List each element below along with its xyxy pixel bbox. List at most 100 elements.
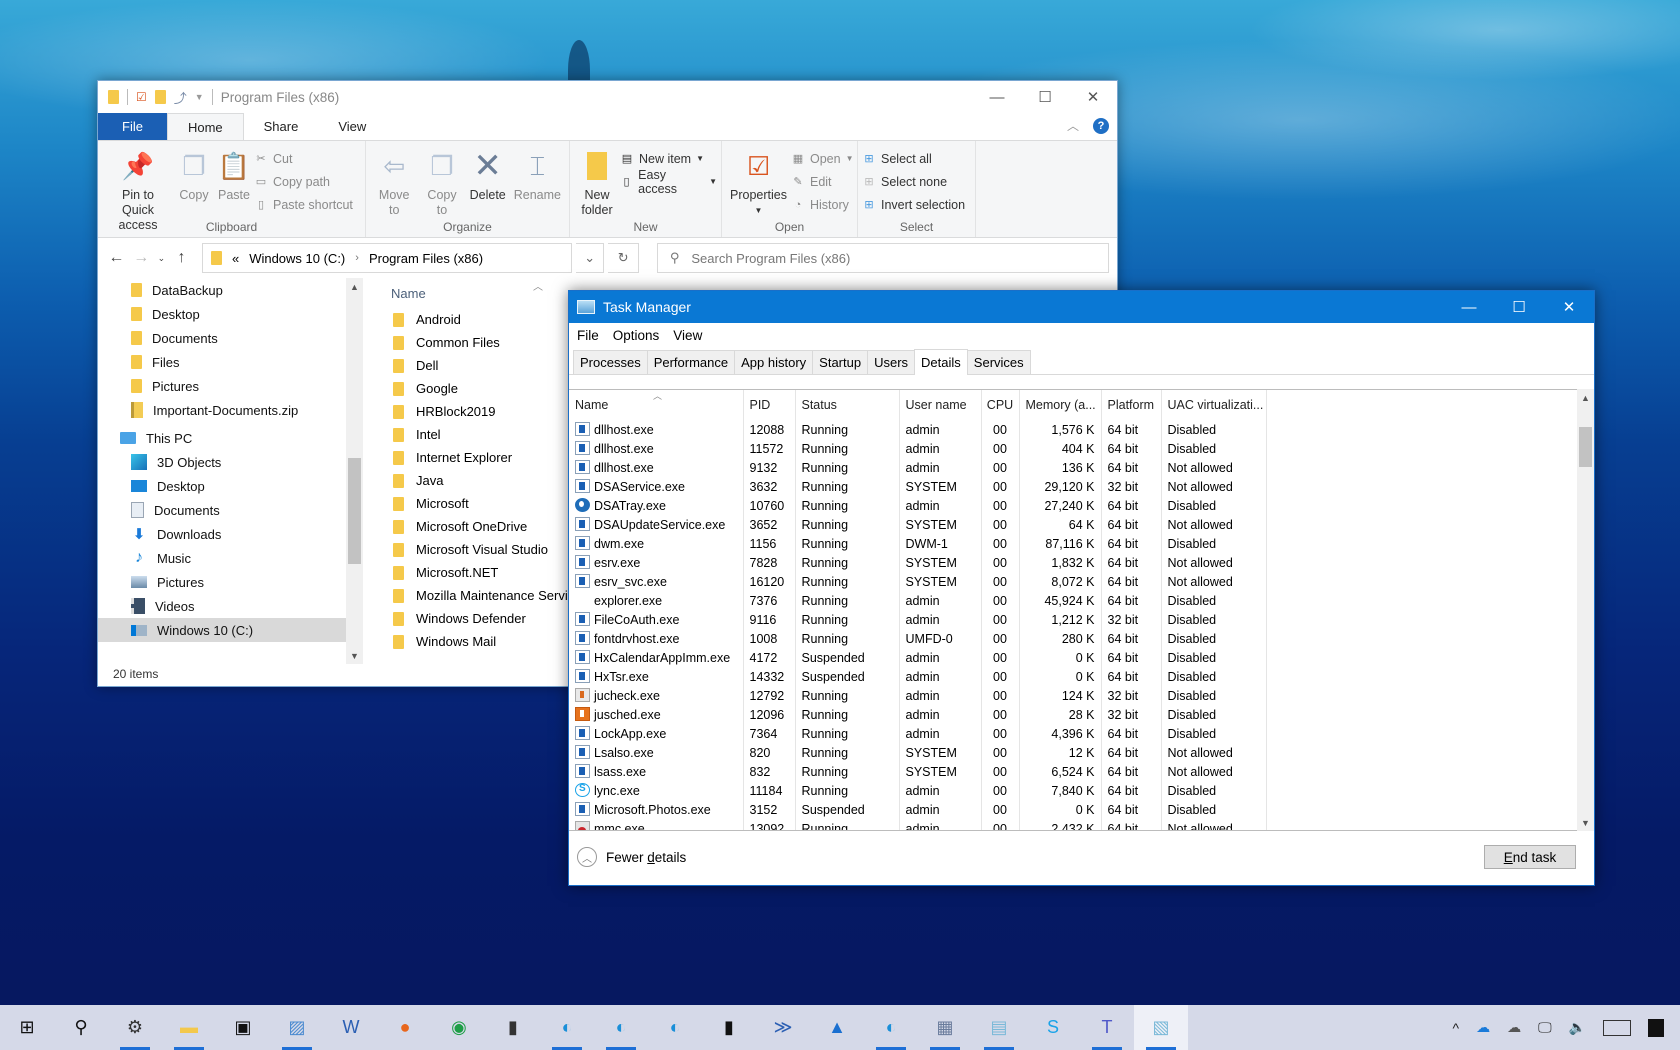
nav-item-pc[interactable]: Videos	[98, 594, 346, 618]
nav-item-pc[interactable]: Windows 10 (C:)	[98, 618, 346, 642]
process-row[interactable]: DSATray.exe 10760 Running admin 00 27,24…	[569, 496, 1267, 515]
task-manager-titlebar[interactable]: Task Manager — ☐ ✕	[569, 291, 1594, 323]
task-manager-window[interactable]: Task Manager — ☐ ✕ File Options View Pro…	[568, 290, 1595, 886]
process-row[interactable]: lync.exe 11184 Running admin 00 7,840 K …	[569, 781, 1267, 800]
process-row[interactable]: lsass.exe 832 Running SYSTEM 00 6,524 K …	[569, 762, 1267, 781]
menu-options[interactable]: Options	[613, 328, 660, 343]
column-header-status[interactable]: Status	[795, 390, 900, 420]
taskbar-start[interactable]: ⊞	[0, 1005, 54, 1050]
breadcrumb-drive[interactable]: Windows 10 (C:)	[249, 251, 345, 266]
refresh-button[interactable]: ↻	[608, 243, 639, 273]
process-row[interactable]: FileCoAuth.exe 9116 Running admin 00 1,2…	[569, 610, 1267, 629]
up-button[interactable]: ↑	[171, 249, 192, 267]
maximize-button[interactable]: ☐	[1021, 81, 1069, 113]
taskbar-file-explorer[interactable]: ▬	[162, 1005, 216, 1050]
nav-item-pc[interactable]: ♪ Music	[98, 546, 346, 570]
process-row[interactable]: Microsoft.Photos.exe 3152 Suspended admi…	[569, 800, 1267, 819]
scroll-thumb[interactable]	[348, 458, 361, 564]
process-row[interactable]: explorer.exe 7376 Running admin 00 45,92…	[569, 591, 1267, 610]
nav-item-pc[interactable]: Desktop	[98, 474, 346, 498]
taskbar-firefox[interactable]: ●	[378, 1005, 432, 1050]
nav-item-quick[interactable]: Files	[98, 350, 346, 374]
taskbar-photos[interactable]: ▨	[270, 1005, 324, 1050]
taskbar-terminal[interactable]: ▮	[486, 1005, 540, 1050]
invert-selection-button[interactable]: ⊞ Invert selection	[862, 195, 965, 214]
volume-icon[interactable]: 🔈	[1569, 1019, 1586, 1036]
process-row[interactable]: dllhost.exe 12088 Running admin 00 1,576…	[569, 420, 1267, 439]
process-row[interactable]: HxCalendarAppImm.exe 4172 Suspended admi…	[569, 648, 1267, 667]
tab-processes[interactable]: Processes	[573, 350, 648, 374]
address-dropdown-button[interactable]: ⌄	[575, 243, 605, 273]
menu-view[interactable]: View	[673, 328, 702, 343]
tab-startup[interactable]: Startup	[812, 350, 869, 374]
tab-details[interactable]: Details	[914, 349, 968, 375]
search-box[interactable]: ⚲ Search Program Files (x86)	[656, 243, 1109, 273]
nav-item-quick[interactable]: Important-Documents.zip	[98, 398, 346, 422]
minimize-button[interactable]: —	[973, 81, 1021, 113]
tab-view[interactable]: View	[318, 113, 386, 140]
process-row[interactable]: LockApp.exe 7364 Running admin 00 4,396 …	[569, 724, 1267, 743]
touch-keyboard-icon[interactable]	[1603, 1019, 1631, 1036]
process-row[interactable]: esrv_svc.exe 16120 Running SYSTEM 00 8,0…	[569, 572, 1267, 591]
end-task-button[interactable]: End task	[1484, 845, 1576, 869]
tab-home[interactable]: Home	[166, 113, 244, 140]
forward-button[interactable]: →	[131, 249, 152, 267]
properties-qa-icon[interactable]: ☑	[136, 90, 147, 104]
scroll-up-arrow[interactable]: ▲	[1577, 389, 1594, 406]
column-header-memory[interactable]: Memory (a...	[1019, 390, 1102, 420]
new-item-button[interactable]: ▤ New item ▼	[620, 149, 717, 168]
fewer-details-button[interactable]: ︿ Fewer details	[577, 847, 686, 867]
column-header-platform[interactable]: Platform	[1101, 390, 1162, 420]
column-header-pid[interactable]: PID	[743, 390, 796, 420]
process-row[interactable]: Lsalso.exe 820 Running SYSTEM 00 12 K 64…	[569, 743, 1267, 762]
nav-item-quick[interactable]: DataBackup	[98, 278, 346, 302]
cloud-icon[interactable]: ☁	[1507, 1019, 1521, 1036]
tab-performance[interactable]: Performance	[646, 350, 736, 374]
taskbar-store[interactable]: ▣	[216, 1005, 270, 1050]
taskbar-edge[interactable]: ◐	[540, 1005, 594, 1050]
taskbar-skype[interactable]: S	[1026, 1005, 1080, 1050]
edit-button[interactable]: ✎ Edit	[791, 172, 854, 191]
onedrive-icon[interactable]: ☁	[1476, 1019, 1490, 1036]
address-overflow[interactable]: «	[232, 251, 239, 266]
taskbar-notepad[interactable]: ▤	[972, 1005, 1026, 1050]
network-icon[interactable]: 🖵	[1538, 1019, 1552, 1036]
easy-access-button[interactable]: ▯ Easy access ▼	[620, 168, 717, 196]
taskbar-edge-dev[interactable]: ◐	[864, 1005, 918, 1050]
taskbar-chrome[interactable]: ◉	[432, 1005, 486, 1050]
address-bar[interactable]: « Windows 10 (C:) › Program Files (x86)	[201, 243, 572, 273]
process-row[interactable]: jusched.exe 12096 Running admin 00 28 K …	[569, 705, 1267, 724]
minimize-ribbon-icon[interactable]: ︿	[1067, 117, 1079, 134]
process-row[interactable]: HxTsr.exe 14332 Suspended admin 00 0 K 6…	[569, 667, 1267, 686]
process-row[interactable]: DSAService.exe 3632 Running SYSTEM 00 29…	[569, 477, 1267, 496]
column-header-user-name[interactable]: User name	[899, 390, 982, 420]
taskbar-network-app[interactable]: ▦	[918, 1005, 972, 1050]
paste-shortcut-button[interactable]: ▯ Paste shortcut	[254, 195, 353, 214]
taskbar-search[interactable]: ⚲	[54, 1005, 108, 1050]
recent-locations-button[interactable]: ⌄	[156, 253, 167, 264]
chevron-right-icon[interactable]: ›	[355, 252, 359, 264]
tab-users[interactable]: Users	[867, 350, 916, 374]
taskbar-word[interactable]: W	[324, 1005, 378, 1050]
history-button[interactable]: ◔ History	[791, 195, 854, 214]
nav-item-quick[interactable]: Documents	[98, 326, 346, 350]
close-button[interactable]: ✕	[1544, 291, 1594, 323]
details-scrollbar[interactable]: ▲ ▼	[1577, 389, 1594, 831]
back-button[interactable]: ←	[106, 249, 127, 267]
process-row[interactable]: fontdrvhost.exe 1008 Running UMFD-0 00 2…	[569, 629, 1267, 648]
column-header-name[interactable]: Name ︿	[569, 390, 744, 420]
nav-item-pc[interactable]: ⬇ Downloads	[98, 522, 346, 546]
process-row[interactable]: esrv.exe 7828 Running SYSTEM 00 1,832 K …	[569, 553, 1267, 572]
share-qa-icon[interactable]: ⤴	[174, 88, 187, 107]
column-header-cpu[interactable]: CPU	[981, 390, 1020, 420]
copy-path-button[interactable]: ▭ Copy path	[254, 172, 353, 191]
maximize-button[interactable]: ☐	[1494, 291, 1544, 323]
taskbar-photos-app[interactable]: ▲	[810, 1005, 864, 1050]
select-all-button[interactable]: ⊞ Select all	[862, 149, 965, 168]
minimize-button[interactable]: —	[1444, 291, 1494, 323]
show-hidden-icons-chevron-icon[interactable]: ^	[1452, 1020, 1459, 1036]
process-row[interactable]: dllhost.exe 9132 Running admin 00 136 K …	[569, 458, 1267, 477]
select-none-button[interactable]: ⊞ Select none	[862, 172, 965, 191]
nav-item-pc[interactable]: Documents	[98, 498, 346, 522]
nav-item-pc[interactable]: Pictures	[98, 570, 346, 594]
